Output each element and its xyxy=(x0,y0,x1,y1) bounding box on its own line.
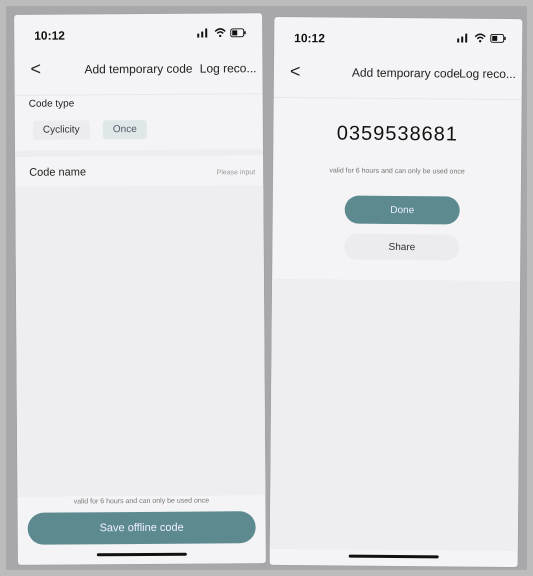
signal-icon xyxy=(197,28,208,38)
nav-bar: < Add temporary code Log reco... xyxy=(274,59,522,91)
page-title: Add temporary code xyxy=(351,65,461,81)
option-once[interactable]: Once xyxy=(102,119,147,140)
battery-icon xyxy=(490,33,506,43)
empty-area xyxy=(15,185,266,497)
divider xyxy=(15,149,264,157)
status-bar: 10:12 xyxy=(274,17,522,53)
save-offline-code-button[interactable]: Save offline code xyxy=(27,511,256,545)
log-records-link[interactable]: Log reco... xyxy=(459,67,516,81)
divider xyxy=(14,93,263,96)
left-phone-screen: 10:12 < Add temporary code Log reco... C… xyxy=(14,13,266,565)
page-title: Add temporary code xyxy=(84,61,193,77)
divider xyxy=(273,96,522,101)
temporary-code-value: 0359538681 xyxy=(336,122,459,146)
empty-area xyxy=(269,278,521,552)
battery-icon xyxy=(230,27,246,37)
status-icons xyxy=(196,27,246,38)
status-icons xyxy=(456,33,506,43)
option-cyclicity[interactable]: Cyclicity xyxy=(32,120,90,140)
status-time: 10:12 xyxy=(294,31,325,46)
status-time: 10:12 xyxy=(34,28,65,43)
wifi-icon xyxy=(214,28,226,38)
code-type-label: Code type xyxy=(28,98,75,110)
home-indicator xyxy=(96,552,187,557)
right-phone-screen: 10:12 < Add temporary code Log reco... 0… xyxy=(269,16,523,568)
code-name-label: Code name xyxy=(29,166,87,179)
log-records-link[interactable]: Log reco... xyxy=(200,61,257,75)
done-button[interactable]: Done xyxy=(344,195,460,225)
back-chevron-icon[interactable]: < xyxy=(290,61,301,82)
nav-bar: < Add temporary code Log reco... xyxy=(14,55,262,87)
share-button[interactable]: Share xyxy=(344,233,460,261)
back-chevron-icon[interactable]: < xyxy=(30,59,41,80)
code-name-input[interactable]: Please input xyxy=(217,169,256,176)
wifi-icon xyxy=(474,33,486,43)
status-bar: 10:12 xyxy=(14,13,262,49)
home-indicator xyxy=(348,554,439,559)
signal-icon xyxy=(457,33,468,43)
validity-hint: valid for 6 hours and can only be used o… xyxy=(73,497,210,506)
validity-hint: valid for 6 hours and can only be used o… xyxy=(329,167,465,176)
